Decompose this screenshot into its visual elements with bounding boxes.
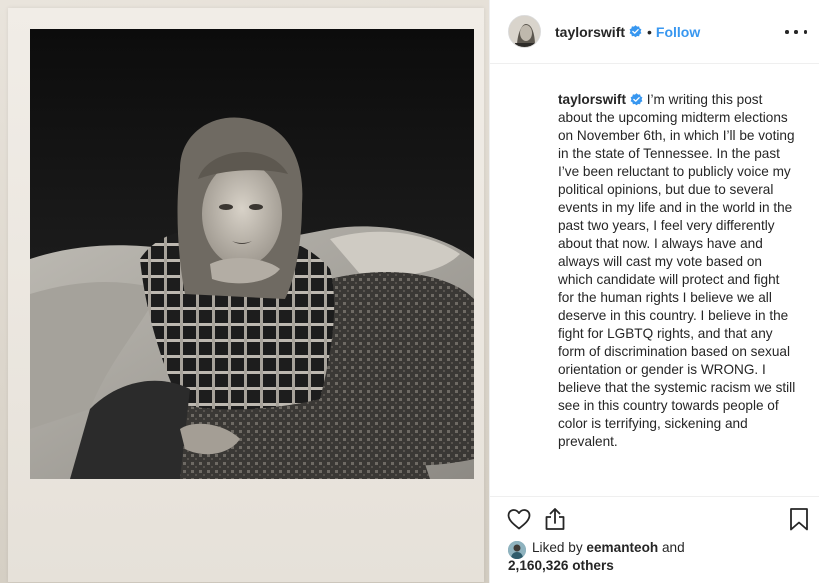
post-media[interactable] xyxy=(0,0,490,583)
post-side-panel: taylorswift • Follow taylorswift I’m wri… xyxy=(490,0,819,583)
header-separator: • xyxy=(647,23,652,40)
post-photo xyxy=(30,29,474,479)
likes-count[interactable]: 2,160,326 others xyxy=(508,557,614,575)
author-avatar[interactable] xyxy=(508,15,541,48)
caption-username[interactable]: taylorswift xyxy=(558,92,626,107)
likes-line: Liked by eemanteoh and xyxy=(532,539,685,557)
verified-badge-icon xyxy=(629,25,642,38)
share-icon[interactable] xyxy=(542,506,568,532)
follow-button[interactable]: Follow xyxy=(656,24,700,40)
verified-badge-icon xyxy=(630,93,643,106)
more-dot xyxy=(794,30,798,34)
heart-icon[interactable] xyxy=(506,506,532,532)
header-username[interactable]: taylorswift xyxy=(555,24,625,40)
likes-connector: and xyxy=(658,540,685,555)
post-caption: taylorswift I’m writing this post about … xyxy=(558,91,798,451)
more-options-icon[interactable] xyxy=(785,22,807,42)
likes-prefix: Liked by xyxy=(532,540,587,555)
caption-text: I’m writing this post about the upcoming… xyxy=(558,92,796,449)
bookmark-icon[interactable] xyxy=(786,506,812,532)
post-actions xyxy=(490,496,819,540)
more-dot xyxy=(785,30,789,34)
liker-username[interactable]: eemanteoh xyxy=(586,540,658,555)
polaroid-frame xyxy=(8,8,484,582)
instagram-post: taylorswift • Follow taylorswift I’m wri… xyxy=(0,0,819,583)
more-dot xyxy=(803,30,807,34)
post-header: taylorswift • Follow xyxy=(490,0,819,64)
